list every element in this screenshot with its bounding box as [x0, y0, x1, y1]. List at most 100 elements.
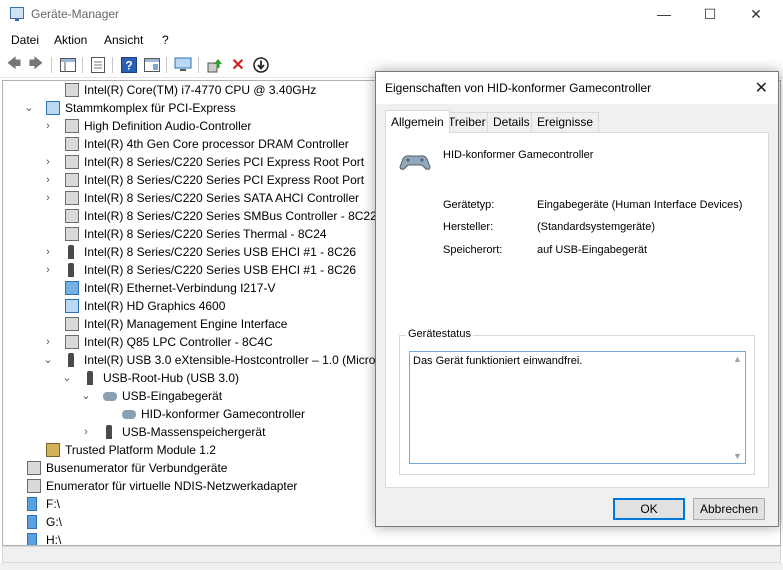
dialog-close-icon[interactable]: ✕ [755, 78, 768, 98]
tree-row-label: Intel(R) 8 Series/C220 Series PCI Expres… [84, 173, 365, 187]
usb-device-icon [68, 263, 74, 277]
show-hide-console-tree-icon[interactable] [58, 55, 78, 75]
tree-row-label: USB-Massenspeichergerät [122, 425, 266, 439]
expanded-chevron-icon[interactable]: ⌄ [62, 369, 72, 387]
menu-aktion[interactable]: Aktion [54, 33, 87, 47]
tree-row-label: Enumerator für virtuelle NDIS-Netzwerkad… [46, 479, 298, 493]
tree-row-label: Intel(R) Ethernet-Verbindung I217-V [84, 281, 276, 295]
chip-device-icon [65, 227, 79, 241]
property-value-geraetetyp: Eingabegeräte (Human Interface Devices) [537, 199, 743, 211]
collapsed-chevron-icon[interactable]: › [43, 171, 53, 189]
property-value-hersteller: (Standardsystemgeräte) [537, 221, 655, 233]
toolbar-separator [198, 57, 199, 73]
scroll-down-icon[interactable]: ▼ [733, 451, 742, 461]
uninstall-device-icon[interactable]: ✕ [228, 55, 248, 75]
toolbar-separator [82, 57, 83, 73]
gamecontroller-icon [399, 153, 431, 171]
action-view-icon[interactable] [142, 55, 162, 75]
back-arrow-icon[interactable]: 🡄 [4, 55, 24, 75]
cancel-button[interactable]: Abbrechen [693, 498, 765, 520]
help-icon[interactable]: ? [119, 55, 139, 75]
status-scrollbar[interactable]: ▲ ▼ [730, 352, 745, 463]
tree-row-label: High Definition Audio-Controller [84, 119, 252, 133]
chip-device-icon [65, 173, 79, 187]
tree-row-label: Trusted Platform Module 1.2 [65, 443, 216, 457]
tab-details[interactable]: Details [487, 112, 536, 132]
drive-device-icon [27, 533, 37, 545]
device-status-title: Gerätestatus [406, 328, 473, 340]
tab-ereignisse[interactable]: Ereignisse [531, 112, 600, 132]
device-status-group: Gerätestatus Das Gerät funktioniert einw… [399, 328, 755, 475]
usb-device-icon [68, 245, 74, 259]
chip-device-icon [65, 83, 79, 97]
device-manager-icon [10, 7, 24, 21]
monitor-device-icon [46, 101, 60, 115]
tree-row-label: Intel(R) 8 Series/C220 Series Thermal - … [84, 227, 327, 241]
property-label-geraetetyp: Gerätetyp: [443, 199, 495, 211]
property-label-speicherort: Speicherort: [443, 244, 503, 256]
chip-device-icon [65, 119, 79, 133]
chip-device-icon [65, 335, 79, 349]
maximize-button[interactable]: ☐ [687, 0, 733, 28]
collapsed-chevron-icon[interactable]: › [43, 261, 53, 279]
chip-device-icon [65, 155, 79, 169]
tree-row-label: F:\ [46, 497, 60, 511]
menu-datei[interactable]: Datei [11, 33, 39, 47]
scan-hardware-icon[interactable] [173, 55, 193, 75]
collapsed-chevron-icon[interactable]: › [81, 423, 91, 441]
toolbar-separator [112, 57, 113, 73]
tree-row-label: G:\ [46, 515, 63, 529]
tree-row-label: Intel(R) Q85 LPC Controller - 8C4C [84, 335, 273, 349]
expanded-chevron-icon[interactable]: ⌄ [43, 351, 53, 369]
update-driver-icon[interactable] [205, 55, 225, 75]
menu-bar: Datei Aktion Ansicht ? [0, 30, 783, 50]
pad-device-icon [103, 392, 117, 401]
chip-device-icon [27, 479, 41, 493]
tree-row-label: USB-Eingabegerät [122, 389, 223, 403]
property-label-hersteller: Hersteller: [443, 221, 494, 233]
minimize-button[interactable]: — [641, 0, 687, 28]
collapsed-chevron-icon[interactable]: › [43, 189, 53, 207]
collapsed-chevron-icon[interactable]: › [43, 243, 53, 261]
tree-row-label: Intel(R) 8 Series/C220 Series PCI Expres… [84, 155, 365, 169]
device-name: HID-konformer Gamecontroller [443, 149, 594, 161]
tab-allgemein[interactable]: Allgemein [385, 110, 450, 133]
menu-ansicht[interactable]: Ansicht [104, 33, 143, 47]
tree-row-label: Intel(R) USB 3.0 eXtensible-Hostcontroll… [84, 353, 399, 367]
forward-arrow-icon[interactable]: 🡆 [26, 55, 46, 75]
device-status-textbox[interactable]: Das Gerät funktioniert einwandfrei. ▲ ▼ [409, 351, 746, 464]
expanded-chevron-icon[interactable]: ⌄ [81, 387, 91, 405]
monitor-device-icon [65, 299, 79, 313]
tree-row-label: Intel(R) 8 Series/C220 Series USB EHCI #… [84, 245, 357, 259]
horizontal-scrollbar[interactable] [2, 546, 781, 563]
chip-device-icon [27, 461, 41, 475]
tpm-device-icon [46, 443, 60, 457]
collapsed-chevron-icon[interactable]: › [43, 333, 53, 351]
scroll-up-icon[interactable]: ▲ [733, 354, 742, 364]
chip-device-icon [65, 191, 79, 205]
tree-row-label: Intel(R) Core(TM) i7-4770 CPU @ 3.40GHz [84, 83, 317, 97]
property-value-speicherort: auf USB-Eingabegerät [537, 244, 648, 256]
tree-row-label: Stammkomplex für PCI-Express [65, 101, 236, 115]
status-bar [0, 563, 783, 570]
ok-button[interactable]: OK [613, 498, 685, 520]
properties-dialog: Eigenschaften von HID-konformer Gamecont… [375, 71, 779, 527]
disable-device-icon[interactable] [251, 55, 271, 75]
pad-device-icon [122, 410, 136, 419]
chip-device-icon [65, 209, 79, 223]
svg-text:?: ? [125, 59, 132, 73]
collapsed-chevron-icon[interactable]: › [43, 117, 53, 135]
tree-row[interactable]: H:\ [3, 531, 763, 546]
expanded-chevron-icon[interactable]: ⌄ [24, 99, 34, 117]
dialog-titlebar: Eigenschaften von HID-konformer Gamecont… [376, 72, 778, 104]
drive-device-icon [27, 515, 37, 529]
properties-icon[interactable] [88, 55, 108, 75]
toolbar-separator [166, 57, 167, 73]
tree-row-label: H:\ [46, 533, 62, 546]
collapsed-chevron-icon[interactable]: › [43, 153, 53, 171]
net-device-icon [65, 281, 79, 295]
close-button[interactable]: ✕ [733, 0, 779, 28]
tab-panel-allgemein: HID-konformer Gamecontroller Gerätetyp: … [385, 132, 769, 488]
menu-help[interactable]: ? [162, 33, 169, 47]
tree-row-label: USB-Root-Hub (USB 3.0) [103, 371, 240, 385]
